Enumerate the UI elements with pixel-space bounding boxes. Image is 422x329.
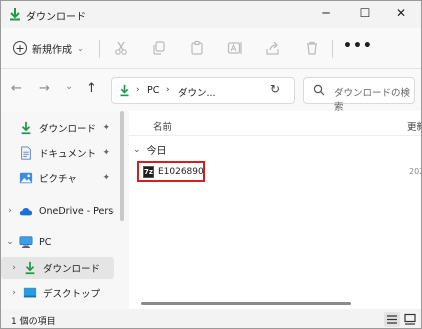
new-button[interactable]: + 新規作成 ⌄ [13, 37, 84, 59]
nav-item-label: PC [39, 236, 52, 248]
download-icon [120, 84, 129, 97]
picture-icon [19, 172, 33, 184]
navigation-pane: ダウンロード ✦ ドキュメント ✦ ピクチャ ✦ › OneDrive - Pe… [1, 111, 121, 311]
horizontal-scrollbar[interactable] [141, 302, 351, 305]
file-name: E1026890 [157, 166, 204, 177]
nav-scrollbar[interactable] [120, 111, 124, 221]
maximize-button[interactable]: ☐ [347, 1, 383, 25]
window-title: ダウンロード [26, 12, 86, 23]
download-icon [25, 261, 35, 275]
nav-item-label: ピクチャ [39, 174, 77, 185]
forward-button[interactable]: → [39, 81, 50, 96]
expand-chevron-icon[interactable]: › [5, 263, 23, 273]
toolbar-divider [99, 40, 100, 58]
chevron-down-icon: ⌄ [77, 43, 84, 53]
nav-item-label: ダウンロード [39, 124, 97, 135]
search-input[interactable]: ダウンロードの検索 [303, 77, 415, 113]
nav-item-label: ドキュメント [39, 149, 97, 160]
document-icon [21, 146, 31, 160]
close-button[interactable]: ✕ [383, 1, 419, 25]
7z-archive-icon: 7z [143, 165, 154, 178]
collapse-chevron-icon[interactable]: ⌄ [1, 237, 19, 247]
tiles-view-icon[interactable] [402, 312, 418, 327]
back-button[interactable]: ← [11, 81, 22, 96]
nav-item-onedrive[interactable]: › OneDrive - Perso [1, 200, 114, 222]
file-explorer-window: ダウンロード ─ ☐ ✕ + 新規作成 ⌄ ••• ← → ⌄ ↑ › PC ›… [0, 0, 422, 329]
breadcrumb-separator[interactable]: › [166, 85, 170, 95]
chevron-down-icon: ⌄ [133, 144, 141, 155]
recent-locations-button[interactable]: ⌄ [65, 81, 73, 92]
title-bar: ダウンロード ─ ☐ ✕ [1, 1, 421, 28]
nav-item-pictures[interactable]: ピクチャ ✦ [1, 167, 114, 189]
more-options-button[interactable]: ••• [343, 38, 373, 54]
breadcrumb-separator[interactable]: › [136, 85, 140, 95]
nav-item-desktop[interactable]: › デスクトップ [1, 282, 114, 304]
cloud-icon [19, 207, 33, 216]
plus-circle-icon: + [13, 41, 27, 55]
nav-item-label: デスクトップ [43, 289, 101, 300]
address-row: ← → ⌄ ↑ › PC › ダウン... ⌄ ↻ ダウンロードの検索 [1, 69, 421, 113]
nav-item-label: ダウンロード [43, 264, 101, 275]
toolbar-divider [332, 40, 333, 58]
file-date: 202 [409, 167, 421, 176]
refresh-button[interactable]: ↻ [270, 82, 280, 96]
details-view-icon[interactable] [384, 312, 400, 327]
search-icon [313, 84, 325, 96]
new-button-label: 新規作成 [32, 44, 72, 56]
expand-chevron-icon[interactable]: › [1, 206, 19, 216]
cut-icon[interactable] [113, 40, 129, 56]
item-count: 1 個の項目 [11, 317, 56, 327]
minimize-button[interactable]: ─ [308, 1, 344, 25]
pin-icon[interactable]: ✦ [102, 148, 110, 158]
copy-icon[interactable] [151, 40, 167, 56]
column-header-date[interactable]: 更新 [407, 119, 421, 133]
pin-icon[interactable]: ✦ [102, 173, 110, 183]
breadcrumb-downloads[interactable]: ダウン... [178, 85, 216, 99]
column-header-name[interactable]: 名前 [153, 119, 172, 133]
nav-item-downloads-quick[interactable]: ダウンロード ✦ [1, 117, 114, 139]
group-label: 今日 [146, 146, 167, 157]
nav-item-label: OneDrive - Perso [39, 205, 114, 217]
address-bar[interactable]: › PC › ダウン... ⌄ [111, 77, 354, 104]
share-icon[interactable] [265, 40, 281, 56]
search-placeholder: ダウンロードの検索 [334, 88, 411, 113]
pin-icon[interactable]: ✦ [102, 123, 110, 133]
download-folder-icon [10, 8, 20, 21]
breadcrumb-pc[interactable]: PC [147, 85, 159, 96]
nav-item-downloads-pc[interactable]: › ダウンロード [1, 257, 114, 279]
expand-chevron-icon[interactable]: › [5, 288, 23, 298]
download-icon [21, 121, 31, 135]
header-divider [129, 135, 421, 136]
rename-icon[interactable] [227, 40, 243, 56]
desktop-icon [23, 287, 37, 298]
up-button[interactable]: ↑ [86, 81, 97, 96]
group-header-today[interactable]: ⌄ 今日 [133, 142, 167, 158]
paste-icon[interactable] [189, 40, 205, 56]
nav-item-pc[interactable]: ⌄ PC [1, 231, 114, 253]
status-bar: 1 個の項目 [1, 309, 421, 328]
file-list: 名前 更新 ⌄ 今日 7z E1026890 202 [129, 111, 421, 311]
command-bar: + 新規作成 ⌄ ••• [1, 28, 421, 69]
delete-icon[interactable] [304, 40, 320, 56]
file-item[interactable]: 7z E1026890 [137, 161, 205, 182]
nav-item-documents[interactable]: ドキュメント ✦ [1, 142, 114, 164]
computer-icon [19, 236, 33, 248]
